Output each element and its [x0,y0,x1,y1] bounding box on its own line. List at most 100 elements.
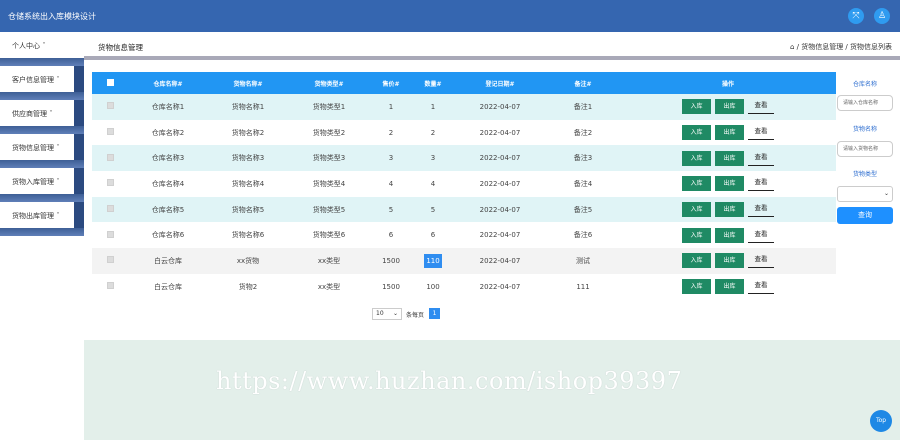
table-row[interactable]: 仓库名称6 货物名称6 货物类型6 6 6 2022-04-07 备注6 入库 出库 查看 [92,222,836,249]
query-button[interactable]: 查询 [837,207,893,224]
row-checkbox[interactable] [106,230,114,238]
column-header[interactable]: 仓库名称# [128,72,208,94]
column-header[interactable]: 数量# [412,72,454,94]
table-cell: 货物名称4 [231,179,265,188]
row-checkbox[interactable] [106,102,114,110]
outbound-button[interactable]: 出库 [715,202,744,218]
outbound-button[interactable]: 出库 [715,176,744,192]
column-header[interactable]: 货物类型# [288,72,370,94]
goods-type-select[interactable]: ⌄ [837,186,893,202]
chevron-down-icon: ˇ [56,212,60,220]
view-button[interactable]: 查看 [748,279,774,295]
table-cell: 2022-04-07 [479,205,521,214]
inbound-button[interactable]: 入库 [682,227,711,243]
column-header[interactable]: 备注# [546,72,620,94]
view-button[interactable]: 查看 [748,125,774,141]
chevron-down-icon: ˇ [56,178,60,186]
table-actions: 入库 出库 查看 [620,94,836,120]
outbound-button[interactable]: 出库 [715,125,744,141]
inbound-button[interactable]: 入库 [682,150,711,166]
table-row[interactable]: 仓库名称4 货物名称4 货物类型4 4 4 2022-04-07 备注4 入库 出库 查看 [92,171,836,197]
table-cell: 货物2 [238,282,258,291]
view-button[interactable]: 查看 [748,253,774,269]
row-checkbox[interactable] [106,282,114,290]
sidebar-item-customers[interactable]: 客户信息管理 ˇ [0,66,84,92]
table-cell: 1500 [382,282,400,291]
table-cell: 3 [388,154,394,163]
column-header[interactable]: 售价# [370,72,412,94]
row-checkbox[interactable] [106,128,114,136]
table-row[interactable]: 仓库名称5 货物名称5 货物类型5 5 5 2022-04-07 备注5 入库 出库 查看 [92,196,836,223]
row-checkbox[interactable] [106,205,114,213]
outbound-button[interactable]: 出库 [715,253,744,269]
table-row[interactable]: 仓库名称3 货物名称3 货物类型3 3 3 2022-04-07 备注3 入库 出库 查看 [92,145,836,172]
goods-name-input[interactable]: 请输入货物名称 [837,141,893,157]
inbound-button[interactable]: 入库 [682,253,711,269]
chevron-down-icon: ˇ [49,110,53,118]
view-button[interactable]: 查看 [748,202,774,218]
table-actions: 入库 出库 查看 [620,222,836,248]
table-cell: 备注3 [573,154,593,163]
table-cell: 1500 [382,256,400,265]
goods-type-label: 货物类型 [852,171,877,178]
table-cell: 备注2 [573,128,593,137]
page-header: 货物信息管理 ⌂ / 货物信息管理 / 货物信息列表 [84,32,900,60]
row-checkbox[interactable] [106,153,114,161]
sidebar-item-label: 个人中心 [12,42,40,50]
sidebar-item-goods[interactable]: 货物信息管理 ˇ [0,134,84,160]
sidebar-item-suppliers[interactable]: 供应商管理 ˇ [0,100,84,126]
column-header: 操作 [721,80,734,88]
table-cell: 备注1 [573,102,593,111]
breadcrumb[interactable]: ⌂ / 货物信息管理 / 货物信息列表 [790,42,892,52]
view-button[interactable]: 查看 [748,176,774,192]
table-cell: 货物名称6 [231,231,265,240]
sidebar-item-label: 货物入库管理 [12,178,54,186]
table-cell: xx货物 [236,256,260,265]
outbound-button[interactable]: 出库 [715,279,744,295]
table-cell: 2022-04-07 [479,128,521,137]
view-button[interactable]: 查看 [748,151,774,166]
table-row[interactable]: 仓库名称2 货物名称2 货物类型2 2 2 2022-04-07 备注2 入库 出库 查看 [92,119,836,146]
inbound-button[interactable]: 入库 [682,99,711,115]
back-to-top-button[interactable]: Top [870,410,892,432]
outbound-button[interactable]: 出库 [715,227,744,243]
inbound-button[interactable]: 入库 [682,125,711,141]
view-button[interactable]: 查看 [748,99,774,115]
expand-icon[interactable]: ⤧ [848,8,864,24]
outbound-button[interactable]: 出库 [715,150,744,166]
inbound-button[interactable]: 入库 [682,202,711,218]
row-checkbox[interactable] [106,256,114,264]
inbound-button[interactable]: 入库 [682,279,711,295]
footer: https://www.huzhan.com/ishop39397 Top [84,340,900,440]
inbound-button[interactable]: 入库 [682,176,711,192]
table-cell: 111 [576,282,590,291]
sidebar-item-label: 客户信息管理 [12,76,54,84]
table-cell: 备注6 [573,231,593,240]
table-cell: 2022-04-07 [479,102,521,111]
column-header[interactable]: 登记日期# [454,72,546,94]
row-checkbox[interactable] [106,179,114,187]
table-row[interactable]: 仓库名称1 货物名称1 货物类型1 1 1 2022-04-07 备注1 入库 出库 查看 [92,94,836,120]
sidebar: 个人中心 ˇ 客户信息管理 ˇ 供应商管理 ˇ 货物信息管理 ˇ 货物入库管理 … [0,32,84,240]
sidebar-item-label: 供应商管理 [12,110,47,118]
page-size-select[interactable]: 10 ⌄ [372,308,402,320]
table-cell: 5 [430,205,436,214]
user-icon[interactable]: ♙ [874,8,890,24]
table-cell: 白云仓库 [154,256,182,265]
table-row[interactable]: 白云仓库 xx货物 xx类型 1500 110 2022-04-07 测试 入库 出库 查看 [92,248,836,274]
table-cell: 2022-04-07 [479,154,521,163]
column-header[interactable]: 货物名称# [208,72,288,94]
sidebar-item-outbound[interactable]: 货物出库管理 ˇ [0,202,84,228]
chevron-down-icon: ⌄ [392,310,398,317]
table-header-row: 仓库名称# 货物名称# 货物类型# 售价# 数量# 登记日期# 备注# 操作 [92,72,836,94]
page-number-button[interactable]: 1 [429,308,440,319]
table-cell: 仓库名称5 [151,205,185,214]
sidebar-item-inbound[interactable]: 货物入库管理 ˇ [0,168,84,194]
table-row[interactable]: 白云仓库 货物2 xx类型 1500 100 2022-04-07 111 入库 出库 查看 [92,273,836,300]
table-cell: 货物类型5 [312,205,346,214]
view-button[interactable]: 查看 [748,228,774,243]
select-all-checkbox[interactable] [106,78,114,86]
outbound-button[interactable]: 出库 [715,99,744,115]
warehouse-name-input[interactable]: 请输入仓库名称 [837,95,893,111]
sidebar-item-personal-center[interactable]: 个人中心 ˇ [0,32,84,58]
